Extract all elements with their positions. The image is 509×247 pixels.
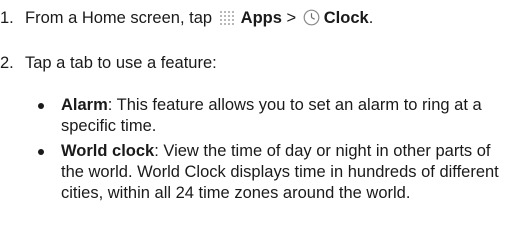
menu-separator: >: [286, 9, 297, 27]
bullet-dot: [38, 149, 44, 155]
step-number: 1.: [0, 9, 14, 27]
apps-grid-icon: [219, 10, 237, 32]
step-1-period: .: [368, 9, 374, 27]
bullet-text: World clock: View the time of day or nig…: [61, 141, 508, 204]
step-number: 2.: [0, 54, 14, 72]
bullet-term: World clock: [61, 142, 155, 160]
bullet-text: Alarm: This feature allows you to set an…: [61, 95, 508, 137]
step-text: From a Home screen, tap Apps > Clock.: [25, 8, 373, 32]
bullet-dot: [38, 103, 44, 109]
bullet-description: : This feature allows you to set an alar…: [61, 96, 482, 135]
clock-icon: [303, 9, 320, 32]
apps-label: Apps: [240, 9, 282, 27]
step-1-intro: From a Home screen, tap: [25, 9, 213, 27]
step-text: Tap a tab to use a feature:: [25, 54, 217, 72]
bullet-term: Alarm: [61, 96, 108, 114]
clock-label: Clock: [323, 9, 369, 27]
